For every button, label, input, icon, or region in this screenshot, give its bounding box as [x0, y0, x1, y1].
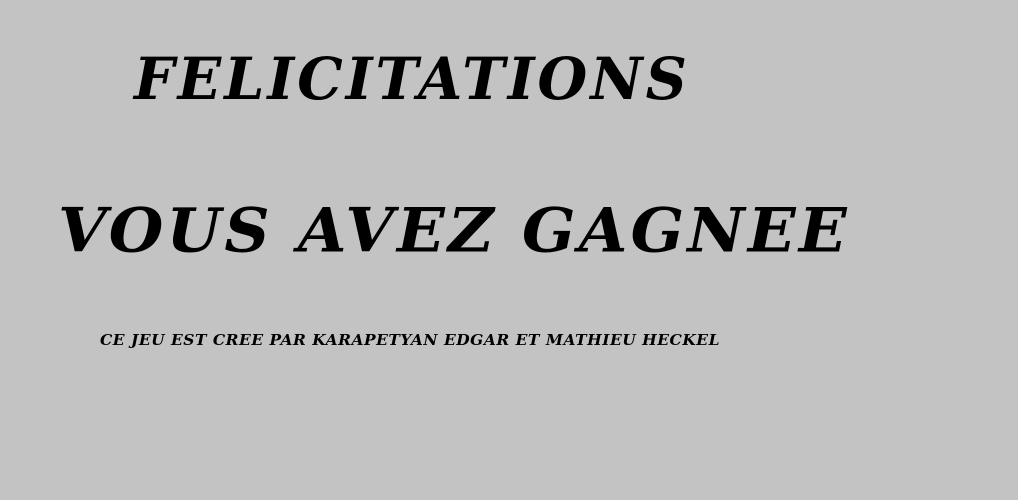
victory-screen: FELICITATIONS VOUS AVEZ GAGNEE CE JEU ES…: [0, 0, 1018, 500]
congratulations-title: FELICITATIONS: [134, 44, 690, 114]
win-message: VOUS AVEZ GAGNEE: [58, 194, 850, 267]
game-credits: CE JEU EST CREE PAR KARAPETYAN EDGAR ET …: [100, 331, 720, 349]
